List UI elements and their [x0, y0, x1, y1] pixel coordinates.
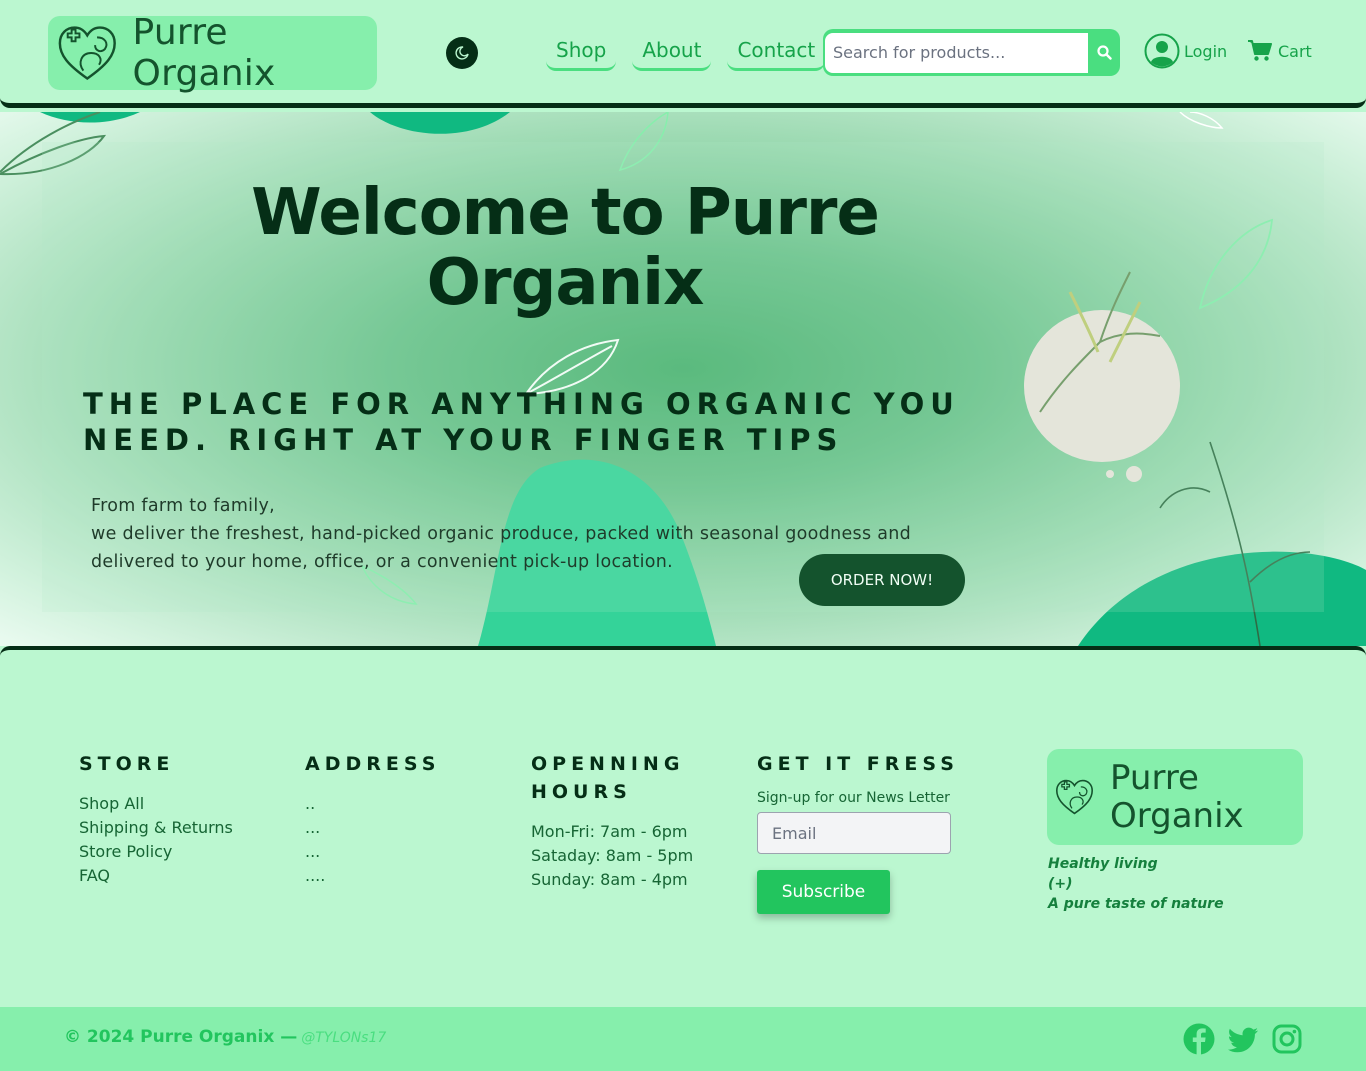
- hero-title: Welcome to Purre Organix: [251, 176, 880, 320]
- footer-store-links: Shop All Shipping & Returns Store Policy…: [79, 792, 233, 888]
- main-nav: Shop About Contact: [546, 36, 826, 71]
- login-label: Login: [1184, 41, 1228, 61]
- order-now-button[interactable]: ORDER NOW!: [799, 554, 965, 606]
- newsletter-email-input[interactable]: [757, 812, 951, 854]
- brand-logo-link[interactable]: Purre Organix: [48, 12, 377, 94]
- footer-store-heading: STORE: [79, 753, 175, 775]
- twitter-icon[interactable]: [1227, 1023, 1259, 1055]
- instagram-icon[interactable]: [1271, 1023, 1303, 1055]
- cart-icon: [1248, 40, 1272, 61]
- author-handle: @TYLONs17: [301, 1030, 387, 1046]
- cart-label: Cart: [1278, 41, 1312, 61]
- theme-toggle-button[interactable]: [446, 37, 478, 69]
- bottom-bar: © 2024 Purre Organix — @TYLONs17: [0, 1007, 1366, 1071]
- address-line: ....: [305, 866, 326, 885]
- footer-brand: Purre Organix: [1047, 749, 1303, 845]
- search-input[interactable]: [825, 32, 1088, 73]
- footer-hours-lines: Mon-Fri: 7am - 6pm Sataday: 8am - 5pm Su…: [531, 820, 711, 892]
- motto-line: (+): [1048, 876, 1073, 892]
- subscribe-button[interactable]: Subscribe: [757, 870, 890, 914]
- search-icon: [1096, 45, 1112, 60]
- hero-desc-line-1: From farm to family,: [91, 496, 276, 516]
- footer-address-heading: ADDRESS: [305, 753, 441, 775]
- search-button[interactable]: [1088, 33, 1120, 73]
- nav-contact[interactable]: Contact: [727, 36, 826, 71]
- hero-section: Welcome to Purre Organix THE PLACE FOR A…: [0, 112, 1366, 646]
- copyright: © 2024 Purre Organix — @TYLONs17: [64, 1027, 386, 1047]
- search-bar: [823, 29, 1120, 76]
- site-footer: STORE Shop All Shipping & Returns Store …: [0, 646, 1366, 1007]
- login-link[interactable]: Login: [1144, 33, 1227, 69]
- footer-store-column: STORE Shop All Shipping & Returns Store …: [79, 750, 233, 888]
- brand-name: Purre Organix: [132, 12, 276, 94]
- nav-shop[interactable]: Shop: [546, 36, 617, 71]
- hero-tagline: THE PLACE FOR ANYTHING ORGANIC YOU NEED.…: [83, 387, 960, 457]
- footer-hours-heading: OPENNING HOURS: [531, 753, 685, 803]
- heart-leaf-logo-icon: [1056, 779, 1093, 815]
- footer-link-store-policy[interactable]: Store Policy: [79, 840, 233, 864]
- motto-line: Healthy living: [1048, 856, 1158, 872]
- hours-line: Sataday: 8am - 5pm: [531, 846, 694, 865]
- footer-newsletter-column: GET IT FRESS Sign-up for our News Letter…: [757, 750, 959, 914]
- address-line: ..: [305, 794, 316, 813]
- footer-hours-column: OPENNING HOURS Mon-Fri: 7am - 6pm Satada…: [531, 750, 711, 892]
- moon-icon: [455, 46, 469, 60]
- footer-newsletter-heading: GET IT FRESS: [757, 753, 959, 775]
- heart-leaf-logo-icon: [58, 26, 116, 80]
- facebook-icon[interactable]: [1183, 1023, 1215, 1055]
- user-icon: [1144, 33, 1180, 69]
- address-line: ...: [305, 842, 321, 861]
- footer-address-lines: .. ... ... ....: [305, 792, 440, 888]
- copyright-text: © 2024 Purre Organix —: [64, 1027, 298, 1047]
- site-header: Purre Organix Shop About Contact Login: [0, 0, 1366, 108]
- nav-about[interactable]: About: [632, 36, 712, 71]
- footer-motto: Healthy living (+) A pure taste of natur…: [1048, 854, 1224, 914]
- hours-line: Sunday: 8am - 4pm: [531, 870, 688, 889]
- address-line: ...: [305, 818, 321, 837]
- footer-link-shop-all[interactable]: Shop All: [79, 792, 233, 816]
- footer-brand-name: Purre Organix: [1109, 758, 1244, 836]
- footer-link-shipping[interactable]: Shipping & Returns: [79, 816, 233, 840]
- cart-link[interactable]: Cart: [1248, 40, 1312, 62]
- hours-line: Mon-Fri: 7am - 6pm: [531, 822, 688, 841]
- footer-link-faq[interactable]: FAQ: [79, 864, 233, 888]
- newsletter-label: Sign-up for our News Letter: [757, 790, 950, 806]
- footer-address-column: ADDRESS .. ... ... ....: [305, 750, 440, 888]
- motto-line: A pure taste of nature: [1048, 896, 1224, 912]
